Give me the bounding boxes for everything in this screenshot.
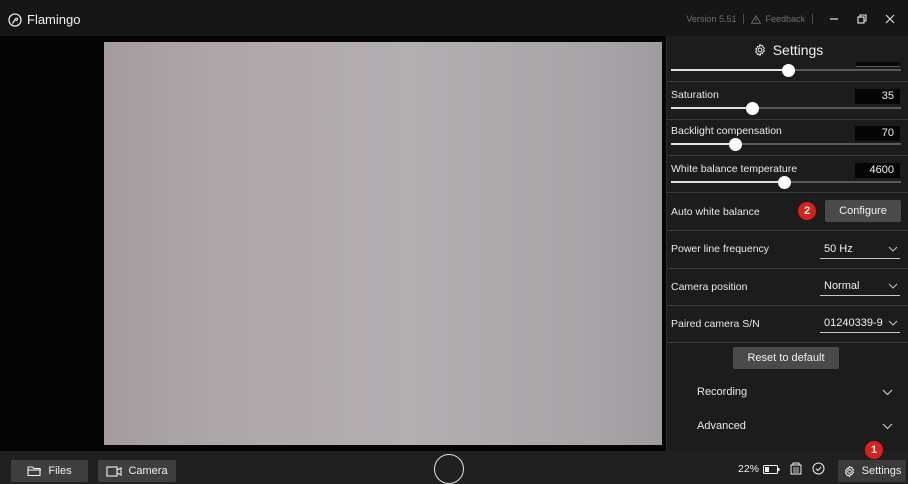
title-bar: Flamingo Version 5.51 Feedback [0, 0, 908, 36]
advanced-section-label: Advanced [697, 420, 746, 432]
slider-fill [671, 143, 736, 145]
slider-thumb[interactable] [729, 138, 743, 151]
chevron-down-icon [882, 423, 893, 429]
white-balance-temp-label: White balance temperature [671, 163, 798, 175]
warning-icon [751, 14, 762, 24]
titlebar-divider [743, 14, 745, 24]
restore-icon [857, 14, 867, 24]
app-name: Flamingo [27, 12, 81, 27]
step-badge-1: 1 [865, 441, 883, 459]
saturation-slider[interactable] [671, 102, 901, 115]
folder-icon [27, 466, 42, 477]
camera-label: Camera [128, 465, 168, 477]
divider [667, 342, 908, 343]
chevron-down-icon [888, 246, 898, 252]
titlebar-divider [812, 14, 813, 24]
video-camera-icon [106, 465, 122, 477]
settings-button[interactable]: Settings [838, 460, 906, 482]
camera-position-label: Camera position [671, 281, 748, 293]
settings-header: Settings [667, 40, 908, 60]
reset-to-default-button[interactable]: Reset to default [733, 347, 839, 369]
settings-label: Settings [861, 465, 902, 477]
slider-thumb[interactable] [777, 176, 791, 189]
battery-percent: 22% [738, 463, 760, 475]
paired-camera-select[interactable]: 01240339-9 [820, 313, 900, 333]
chevron-down-icon [888, 320, 898, 326]
divider [667, 305, 908, 306]
flamingo-logo-icon [8, 12, 22, 27]
settings-panel: Settings Saturation 35 Backlight compens… [666, 36, 908, 451]
camera-position-select[interactable]: Normal [820, 276, 900, 296]
divider [667, 230, 908, 231]
version-label: Version 5.51 [686, 14, 737, 24]
close-button[interactable] [876, 12, 904, 26]
power-line-select[interactable]: 50 Hz [820, 239, 900, 259]
configure-button[interactable]: Configure [825, 200, 901, 222]
minimize-icon [830, 18, 838, 20]
advanced-section-toggle[interactable]: Advanced [667, 416, 908, 436]
divider [667, 192, 908, 193]
files-label: Files [48, 465, 72, 477]
divider [667, 81, 908, 82]
battery-status: 22% [738, 463, 780, 475]
saturation-label: Saturation [671, 89, 719, 101]
camera-position-value: Normal [824, 279, 860, 292]
battery-icon [763, 464, 780, 474]
paired-camera-value: 01240339-9 [824, 316, 883, 329]
preview-area [0, 36, 666, 451]
backlight-label: Backlight compensation [671, 125, 782, 137]
slider-thumb[interactable] [782, 64, 796, 77]
divider [667, 268, 908, 269]
slider-fill [671, 181, 784, 183]
minimize-button[interactable] [820, 12, 848, 26]
restore-button[interactable] [848, 12, 876, 26]
app-title: Flamingo [8, 12, 80, 27]
chevron-down-icon [888, 283, 898, 289]
backlight-slider[interactable] [671, 138, 901, 151]
divider [667, 119, 908, 120]
feedback-link[interactable]: Feedback [751, 14, 805, 24]
divider [667, 155, 908, 156]
bottom-bar: Files Camera 22% 1 Settings [0, 441, 908, 484]
camera-button[interactable]: Camera [98, 460, 176, 482]
power-line-value: 50 Hz [824, 242, 853, 255]
slider-fill [671, 107, 752, 109]
close-icon [885, 14, 895, 24]
gear-icon [754, 43, 765, 57]
gear-icon [844, 465, 854, 477]
slider-fill [671, 69, 789, 71]
feedback-label: Feedback [765, 14, 805, 24]
recording-section-label: Recording [697, 386, 748, 398]
slider-thumb[interactable] [745, 102, 759, 115]
auto-white-balance-label: Auto white balance [671, 206, 760, 218]
paired-camera-label: Paired camera S/N [671, 318, 760, 330]
step-badge-2: 2 [798, 202, 816, 220]
chevron-down-icon [882, 389, 893, 395]
partial-slider[interactable] [671, 64, 901, 77]
sd-card-icon [790, 462, 802, 475]
camera-preview[interactable] [104, 42, 662, 445]
settings-title: Settings [772, 42, 824, 58]
recording-section-toggle[interactable]: Recording [667, 382, 908, 402]
power-line-label: Power line frequency [671, 243, 770, 255]
files-button[interactable]: Files [11, 460, 88, 482]
white-balance-temp-slider[interactable] [671, 176, 901, 189]
connected-check-icon [812, 462, 825, 475]
capture-button[interactable] [434, 454, 464, 484]
